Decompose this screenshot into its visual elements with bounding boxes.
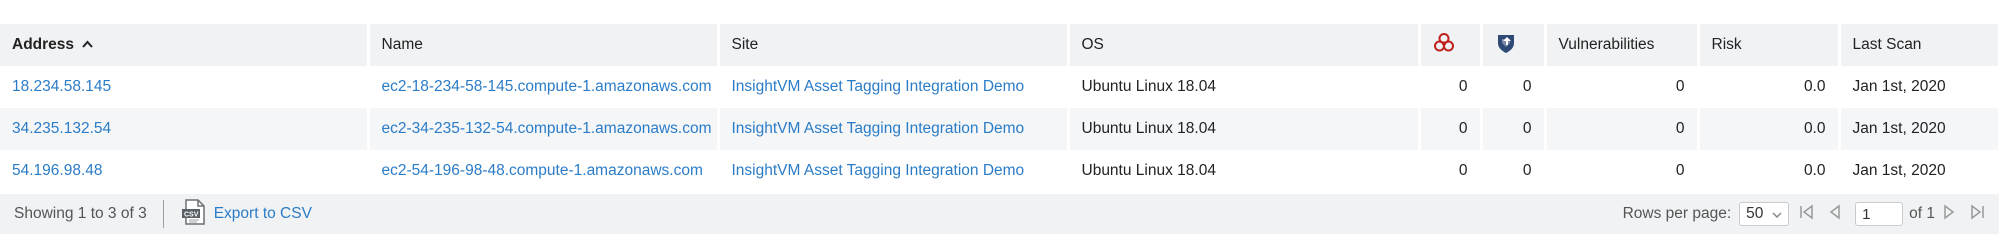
previous-page-icon — [1826, 203, 1844, 226]
last-scan-date: Jan 1st, 2020 — [1839, 150, 1999, 192]
table-row: 54.196.98.48 ec2-54-196-98-48.compute-1.… — [0, 150, 1999, 192]
rows-per-page-value: 50 — [1746, 205, 1764, 222]
table-header-row: Address Name Site OS Vulnerabilities Ris… — [0, 24, 1999, 66]
rows-per-page-label: Rows per page: — [1622, 205, 1732, 222]
next-page-icon — [1940, 203, 1958, 226]
site-link[interactable]: InsightVM Asset Tagging Integration Demo — [732, 120, 1025, 137]
malware-count: 0 — [1419, 108, 1483, 150]
exploit-shield-icon — [1495, 32, 1517, 59]
os-cell: Ubuntu Linux 18.04 — [1068, 150, 1421, 192]
exploit-count: 0 — [1481, 66, 1547, 108]
column-header-os[interactable]: OS — [1068, 24, 1421, 66]
asset-address-link[interactable]: 34.235.132.54 — [12, 120, 111, 137]
page-total: of 1 — [1909, 205, 1935, 222]
next-page-button[interactable] — [1937, 202, 1961, 226]
csv-file-icon: CSV — [180, 198, 214, 231]
last-scan-date: Jan 1st, 2020 — [1839, 108, 1999, 150]
pagination: Rows per page: 50 of 1 — [1623, 194, 1991, 234]
column-header-exploits[interactable] — [1481, 24, 1547, 66]
column-header-address[interactable]: Address — [0, 24, 370, 66]
exploit-count: 0 — [1481, 108, 1547, 150]
column-header-label: Last Scan — [1852, 36, 1922, 53]
export-csv-button[interactable]: CSV Export to CSV — [180, 198, 312, 231]
column-header-label: Risk — [1711, 36, 1742, 53]
biohazard-icon — [1433, 32, 1455, 59]
site-cell: InsightVM Asset Tagging Integration Demo — [718, 66, 1070, 108]
risk-score: 0.0 — [1698, 108, 1841, 150]
vulnerabilities-count: 0 — [1545, 66, 1700, 108]
last-scan-date: Jan 1st, 2020 — [1839, 66, 1999, 108]
asset-address-link[interactable]: 54.196.98.48 — [12, 162, 103, 179]
export-csv-label: Export to CSV — [213, 205, 312, 222]
last-page-button[interactable] — [1965, 202, 1989, 226]
sort-ascending-icon[interactable] — [82, 39, 94, 51]
page-number-input[interactable] — [1855, 202, 1904, 226]
vulnerabilities-count: 0 — [1545, 150, 1700, 192]
name-cell: ec2-18-234-58-145.compute-1.amazonaws.co… — [368, 66, 720, 108]
name-cell: ec2-54-196-98-48.compute-1.amazonaws.com — [368, 150, 720, 192]
divider — [162, 200, 164, 228]
table-footer: Showing 1 to 3 of 3 CSV Export to CSV Ro… — [0, 194, 1999, 234]
risk-score: 0.0 — [1698, 150, 1841, 192]
column-header-label: Site — [731, 36, 759, 53]
table-row: 18.234.58.145 ec2-18-234-58-145.compute-… — [0, 66, 1999, 108]
showing-count: Showing 1 to 3 of 3 — [14, 205, 147, 222]
column-header-label: OS — [1081, 36, 1104, 53]
risk-score: 0.0 — [1698, 66, 1841, 108]
site-link[interactable]: InsightVM Asset Tagging Integration Demo — [732, 78, 1025, 95]
table-row: 34.235.132.54 ec2-34-235-132-54.compute-… — [0, 108, 1999, 150]
svg-text:CSV: CSV — [184, 211, 199, 218]
site-cell: InsightVM Asset Tagging Integration Demo — [718, 108, 1070, 150]
column-header-label: Address — [12, 36, 75, 53]
column-header-vulnerabilities[interactable]: Vulnerabilities — [1545, 24, 1700, 66]
previous-page-button[interactable] — [1823, 202, 1847, 226]
asset-name-link[interactable]: ec2-34-235-132-54.compute-1.amazonaws.co… — [382, 120, 712, 137]
site-link[interactable]: InsightVM Asset Tagging Integration Demo — [732, 162, 1025, 179]
column-header-label: Name — [381, 36, 423, 53]
site-cell: InsightVM Asset Tagging Integration Demo — [718, 150, 1070, 192]
address-cell: 18.234.58.145 — [0, 66, 370, 108]
malware-count: 0 — [1419, 66, 1483, 108]
first-page-button[interactable] — [1795, 202, 1819, 226]
first-page-icon — [1798, 203, 1816, 226]
os-cell: Ubuntu Linux 18.04 — [1068, 108, 1421, 150]
os-cell: Ubuntu Linux 18.04 — [1068, 66, 1421, 108]
column-header-risk[interactable]: Risk — [1698, 24, 1841, 66]
column-header-name[interactable]: Name — [368, 24, 720, 66]
asset-table-container: Address Name Site OS Vulnerabilities Ris… — [0, 24, 1999, 192]
column-header-last-scan[interactable]: Last Scan — [1839, 24, 1999, 66]
column-header-malware[interactable] — [1419, 24, 1483, 66]
last-page-icon — [1968, 203, 1986, 226]
column-header-label: Vulnerabilities — [1558, 36, 1655, 53]
asset-name-link[interactable]: ec2-18-234-58-145.compute-1.amazonaws.co… — [382, 78, 712, 95]
address-cell: 34.235.132.54 — [0, 108, 370, 150]
footer-left: Showing 1 to 3 of 3 CSV Export to CSV — [14, 194, 312, 234]
rows-per-page-select[interactable]: 50 — [1739, 202, 1790, 226]
chevron-down-icon — [1772, 205, 1782, 223]
column-header-site[interactable]: Site — [718, 24, 1070, 66]
exploit-count: 0 — [1481, 150, 1547, 192]
address-cell: 54.196.98.48 — [0, 150, 370, 192]
asset-address-link[interactable]: 18.234.58.145 — [12, 78, 111, 95]
assets-table: Address Name Site OS Vulnerabilities Ris… — [0, 24, 1999, 192]
vulnerabilities-count: 0 — [1545, 108, 1700, 150]
name-cell: ec2-34-235-132-54.compute-1.amazonaws.co… — [368, 108, 720, 150]
malware-count: 0 — [1419, 150, 1483, 192]
asset-name-link[interactable]: ec2-54-196-98-48.compute-1.amazonaws.com — [382, 162, 703, 179]
